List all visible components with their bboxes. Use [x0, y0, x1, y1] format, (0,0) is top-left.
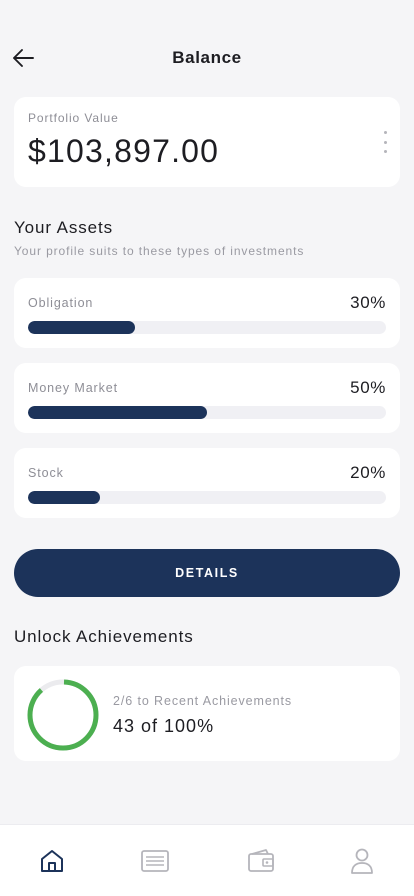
asset-progress-fill — [28, 321, 136, 334]
home-icon — [41, 850, 63, 872]
asset-percent: 30% — [350, 293, 386, 312]
list-icon — [141, 850, 169, 872]
asset-progress-fill — [28, 491, 100, 504]
asset-card-obligation[interactable]: Obligation 30% — [14, 278, 400, 348]
asset-card-stock[interactable]: Stock 20% — [14, 448, 400, 518]
asset-label: Money Market — [28, 381, 118, 395]
portfolio-label: Portfolio Value — [28, 111, 119, 125]
asset-percent: 20% — [350, 463, 386, 482]
asset-progress-track — [28, 491, 386, 504]
bottom-nav — [0, 824, 414, 896]
more-vertical-icon — [383, 131, 387, 134]
asset-progress-fill — [28, 406, 207, 419]
nav-home[interactable] — [37, 847, 67, 875]
asset-label: Stock — [28, 466, 64, 480]
profile-icon — [351, 848, 373, 874]
achievements-title: Unlock Achievements — [14, 627, 194, 646]
more-options-button[interactable] — [378, 131, 392, 153]
ring-progress — [27, 679, 99, 751]
achievements-progress-text: 43 of 100% — [113, 716, 215, 736]
asset-label: Obligation — [28, 296, 94, 310]
portfolio-card: Portfolio Value $103,897.00 — [14, 97, 400, 187]
asset-progress-track — [28, 406, 386, 419]
asset-percent: 50% — [350, 378, 386, 397]
page-title: Balance — [172, 48, 242, 67]
achievements-card[interactable]: 2/6 to Recent Achievements 43 of 100% — [14, 666, 400, 761]
asset-card-money-market[interactable]: Money Market 50% — [14, 363, 400, 433]
assets-title: Your Assets — [14, 218, 114, 237]
nav-wallet[interactable] — [246, 847, 276, 875]
details-button[interactable]: DETAILS — [14, 549, 400, 597]
asset-progress-track — [28, 321, 386, 334]
nav-list[interactable] — [140, 847, 170, 875]
assets-subtitle: Your profile suits to these types of inv… — [14, 244, 305, 258]
nav-profile[interactable] — [347, 847, 377, 875]
achievement-progress-ring — [27, 679, 99, 751]
wallet-icon — [248, 849, 274, 872]
portfolio-value: $103,897.00 — [28, 133, 220, 169]
achievements-subtitle: 2/6 to Recent Achievements — [113, 694, 293, 708]
header: Balance — [0, 0, 414, 96]
